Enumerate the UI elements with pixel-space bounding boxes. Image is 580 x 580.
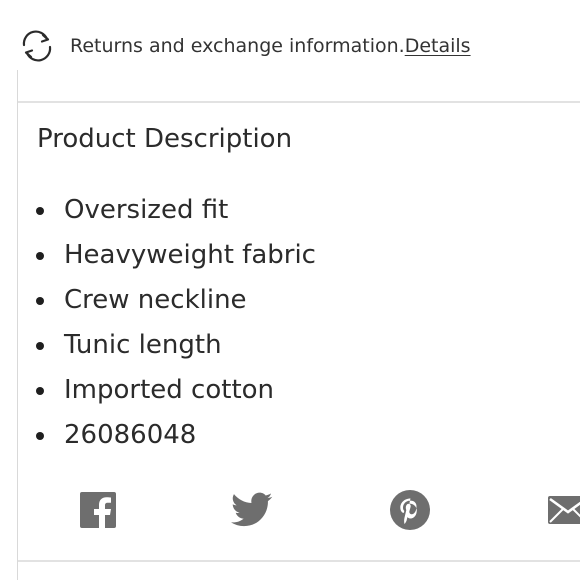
pinterest-icon [389,489,431,535]
facebook-icon [78,490,118,534]
twitter-icon [231,492,273,532]
details-link[interactable]: Details [405,35,471,57]
returns-info-row: Returns and exchange information. Details [18,28,471,64]
email-icon [546,493,580,531]
list-item: Crew neckline [30,278,316,323]
list-item: Tunic length [30,323,316,368]
facebook-share-button[interactable] [74,488,122,536]
social-share-row [0,488,580,538]
pinterest-share-button[interactable] [386,488,434,536]
bottom-divider [18,560,580,562]
refresh-arrows-icon [18,28,56,64]
list-item: Imported cotton [30,368,316,413]
product-description-list: Oversized fit Heavyweight fabric Crew ne… [30,188,316,458]
returns-text: Returns and exchange information. [70,35,405,57]
product-description-title: Product Description [37,124,293,154]
list-item: Oversized fit [30,188,316,233]
section-divider [18,101,580,103]
twitter-share-button[interactable] [228,488,276,536]
email-share-button[interactable] [546,488,580,536]
list-item: Heavyweight fabric [30,233,316,278]
list-item: 26086048 [30,413,316,458]
